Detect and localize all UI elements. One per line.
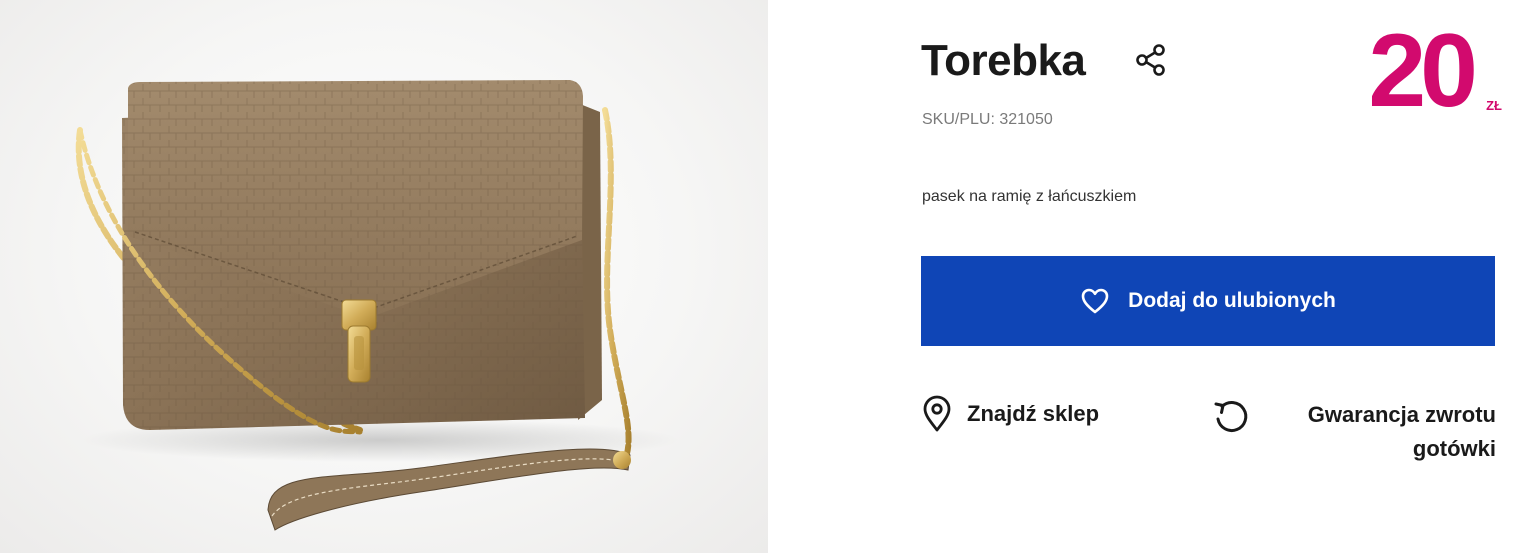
price: 20 ZŁ (1344, 12, 1504, 132)
share-icon[interactable] (1133, 42, 1169, 78)
refresh-icon (1212, 398, 1250, 436)
map-pin-icon (921, 395, 953, 433)
product-title: Torebka (921, 36, 1086, 85)
heart-icon (1080, 286, 1110, 316)
product-image (0, 0, 768, 553)
price-value: 20 (1368, 13, 1478, 129)
refund-guarantee-link[interactable]: Gwarancja zwrotu gotówki (1212, 396, 1496, 476)
refund-guarantee-label: Gwarancja zwrotu gotówki (1307, 402, 1496, 461)
product-page: Torebka 20 ZŁ SKU/PLU: 321050 pasek na r… (0, 0, 1519, 553)
add-to-favorites-label: Dodaj do ulubionych (1128, 289, 1336, 312)
add-to-favorites-button[interactable]: Dodaj do ulubionych (921, 256, 1495, 346)
product-description: pasek na ramię z łańcuszkiem (922, 188, 1137, 205)
product-sku: SKU/PLU: 321050 (922, 111, 1053, 128)
bag-illustration (75, 80, 680, 531)
find-store-label: Znajdź sklep (967, 401, 1100, 426)
find-store-link[interactable]: Znajdź sklep (921, 395, 1099, 433)
price-currency: ZŁ (1486, 98, 1502, 113)
